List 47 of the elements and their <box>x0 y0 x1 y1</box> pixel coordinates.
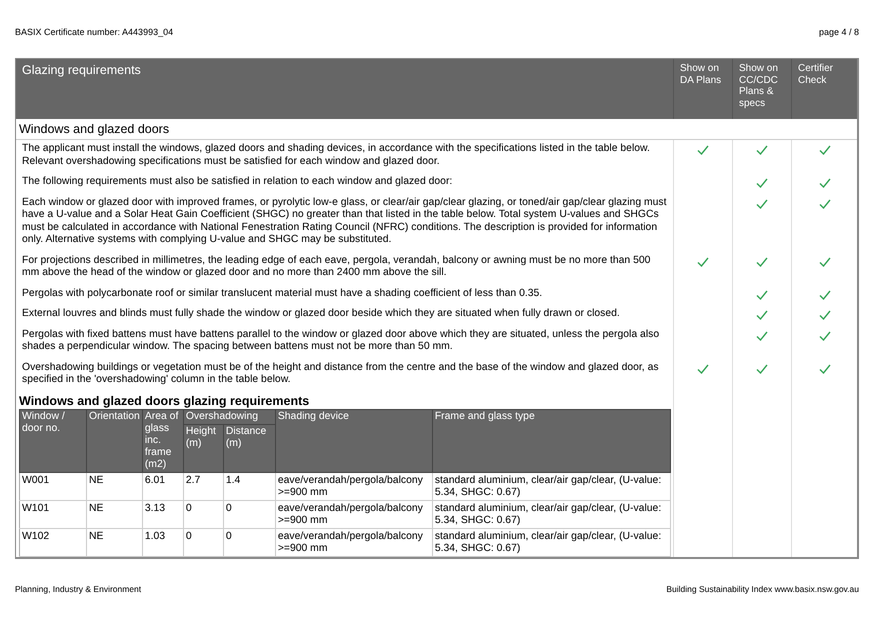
table-cell: 0 <box>223 528 276 556</box>
column-header: Certifier Check <box>791 59 857 119</box>
table-cell: eave/verandah/pergola/balcony >=900 mm <box>275 528 432 556</box>
table-cell: W001 <box>20 472 86 500</box>
table-cell: W101 <box>20 500 86 528</box>
table-cell: 0 <box>223 500 276 528</box>
column-header: Show on CC/CDC Plans & specs <box>732 59 791 119</box>
table-cell: 6.01 <box>142 472 184 500</box>
table-cell: standard aluminium, clear/air gap/clear, (U-value: 5.34, SHGC: 0.67) <box>432 500 670 528</box>
table-cell: 0 <box>183 500 224 528</box>
requirement-text: The applicant must install the windows, glazed doors and shading devices, in accordance with the specifications listed in the table below. Relevant overshadowing specifications must be satisfied for each window and glazed door. <box>21 142 651 168</box>
column-header: Area of glass inc. frame (m2) <box>142 409 184 472</box>
page-number: page 4 / 8 <box>818 27 859 39</box>
table-cell: W102 <box>20 528 86 556</box>
requirement-text: Pergolas with fixed battens must have battens parallel to the window or glazed door above which they are situated, unless the pergola also shades a perpendicular window. The spacing between battens must not be more than 50 mm. <box>21 328 660 354</box>
certificate-number: BASIX Certificate number: A443993_04 <box>15 27 174 39</box>
table-cell: eave/verandah/pergola/balcony >=900 mm <box>275 500 432 528</box>
column-header: Shading device <box>275 409 432 472</box>
column-header: Show on DA Plans <box>673 59 732 119</box>
footer-text: Building Sustainability Index www.basix.nsw.gov.au <box>666 584 859 594</box>
column-header: Window / door no. <box>20 409 86 472</box>
subsection-title: Windows and glazed doors <box>16 119 857 140</box>
requirement-text: Overshadowing buildings or vegetation must be of the height and distance from the centre and the base of the window and glazed door, as specified in the 'overshadowing' column in the table below. <box>21 360 660 387</box>
table-cell: NE <box>86 500 142 528</box>
table-cell: NE <box>86 528 142 556</box>
requirement-text: Pergolas with polycarbonate roof or similar translucent material must have a shading coefficient of less than 0.35. <box>21 286 544 300</box>
table-cell: eave/verandah/pergola/balcony >=900 mm <box>275 472 432 500</box>
table-cell: 1.4 <box>223 472 276 500</box>
table-cell: 3.13 <box>142 500 184 528</box>
requirement-text: External louvres and blinds must fully shade the window or glazed door beside which they are situated when fully drawn or closed. <box>21 307 621 321</box>
column-header: Distance (m) <box>223 424 276 472</box>
requirement-text: Each window or glazed door with improved frames, or pyrolytic low-e glass, or clear/air gap/clear glazing, or toned/air gap/clear glazing must have a U-value and a Solar Heat Gain Coefficient (SHGC) no greater than that listed in the table below. Total system U-values and SHGCs must be calculated in accordance with National Fenestration Rating Council (NFRC) conditions. The description is provided for information only. Alternative systems with complying U-value and SHGC may be substituted. <box>21 196 668 247</box>
table-cell: 1.03 <box>142 528 184 556</box>
table-cell: 0 <box>183 528 224 556</box>
table-cell: NE <box>86 472 142 500</box>
column-header: Frame and glass type <box>432 409 670 472</box>
footer-text: Planning, Industry & Environment <box>15 584 142 594</box>
table-cell: 2.7 <box>183 472 224 500</box>
requirement-text: The following requirements must also be satisfied in relation to each window and glazed door: <box>21 175 454 189</box>
requirement-text: For projections described in millimetres, the leading edge of each eave, pergola, verandah, balcony or awning must be no more than 500 mm above the head of the window or glazed door and no more than 2400 mm above the sill. <box>21 254 652 280</box>
column-header: Overshadowing <box>183 409 276 424</box>
table-cell: standard aluminium, clear/air gap/clear, (U-value: 5.34, SHGC: 0.67) <box>432 472 670 500</box>
table-title: Windows and glazed doors glazing requirements <box>19 394 310 408</box>
column-header: Height (m) <box>183 424 224 472</box>
section-header: Glazing requirements <box>16 59 673 119</box>
column-header: Orientation <box>86 409 142 472</box>
table-cell: standard aluminium, clear/air gap/clear, (U-value: 5.34, SHGC: 0.67) <box>432 528 670 556</box>
